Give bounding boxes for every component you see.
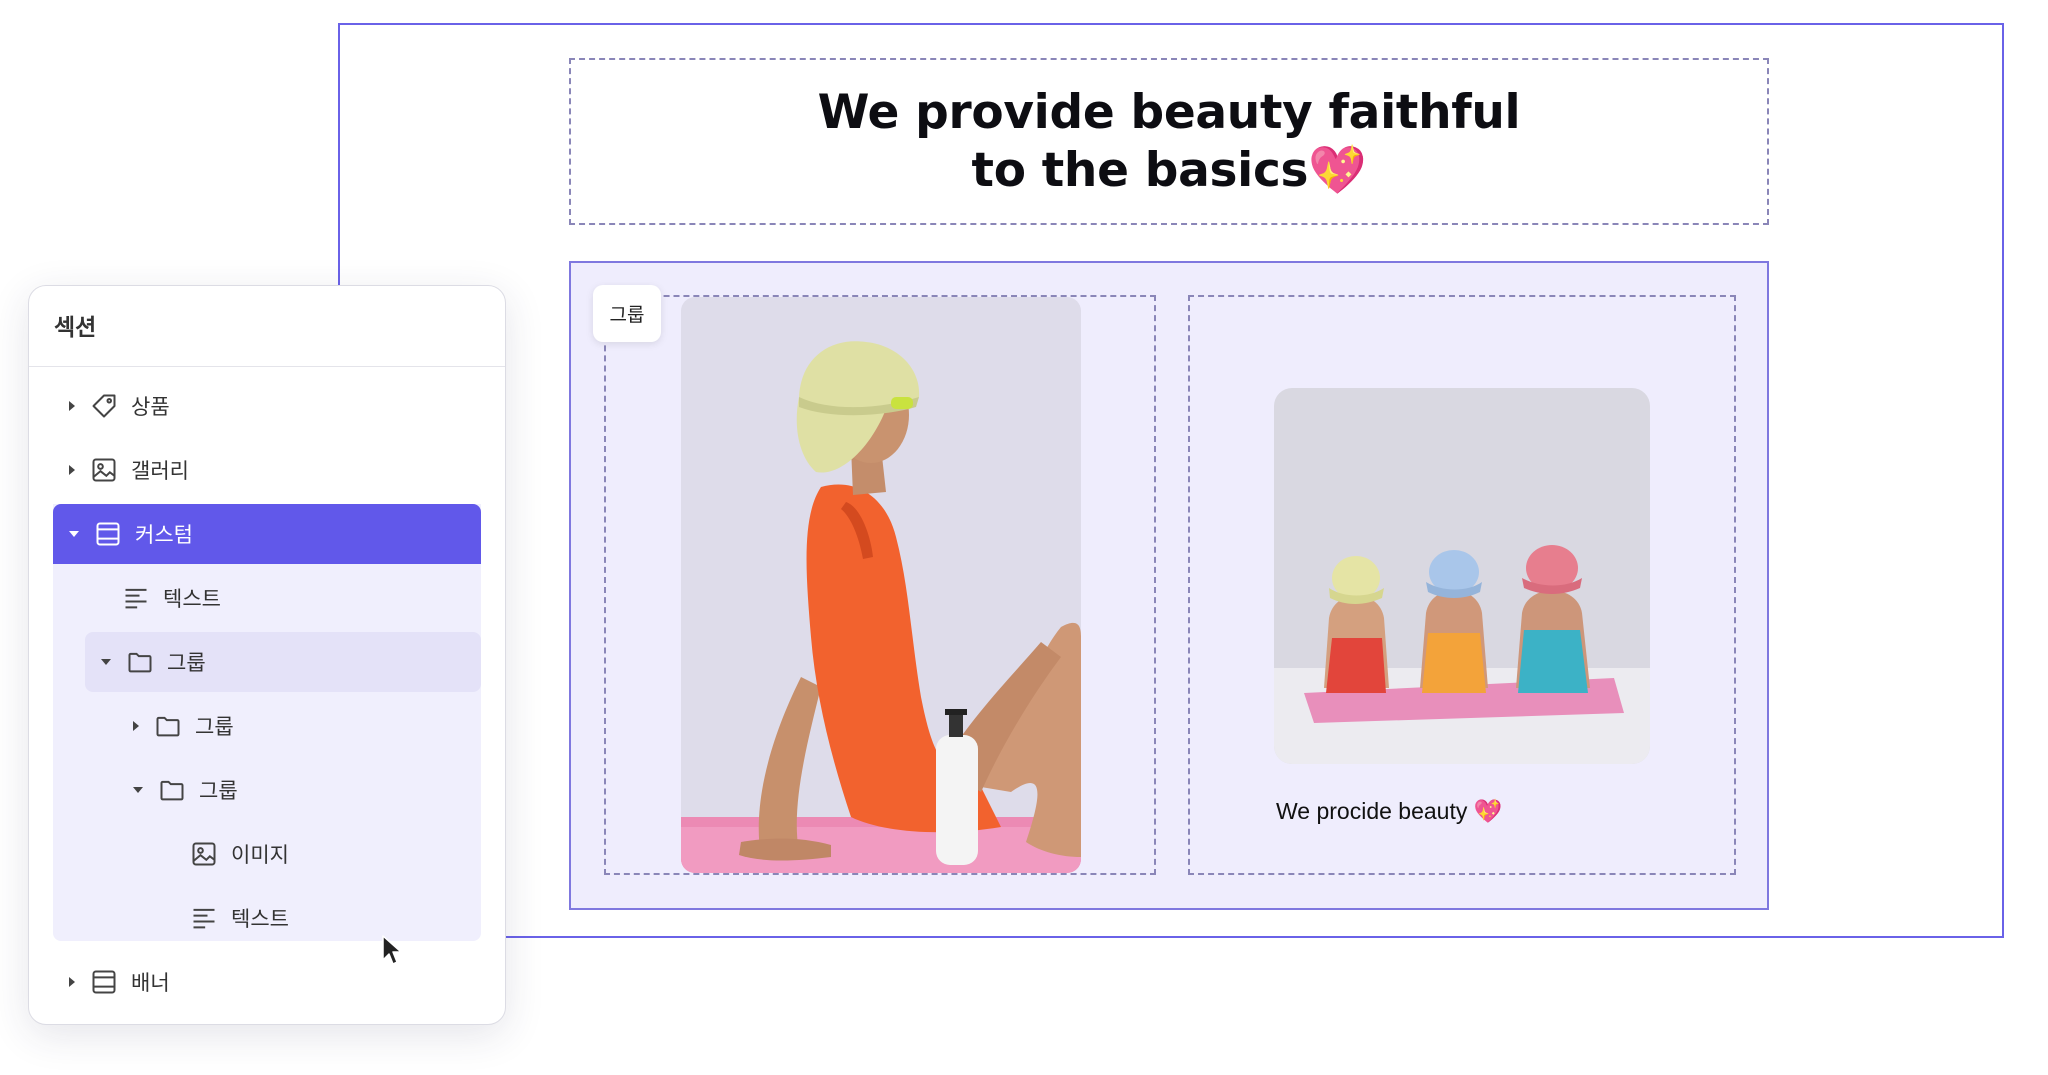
group-label-badge: 그룹 (593, 285, 661, 342)
expand-caret-icon[interactable] (69, 977, 75, 987)
image-caption[interactable]: We procide beauty 💖 (1276, 798, 1502, 825)
panel-title: 섹션 (54, 314, 97, 340)
layer-item-image[interactable]: 이미지 (189, 824, 481, 884)
model-photo[interactable] (681, 297, 1081, 873)
layer-item-text[interactable]: 텍스트 (101, 568, 481, 628)
layer-item-product[interactable]: 상품 (69, 376, 489, 436)
layout-icon (89, 967, 119, 997)
expand-caret-icon[interactable] (133, 721, 139, 731)
collapse-caret-icon[interactable] (133, 787, 143, 793)
title-block[interactable]: We provide beauty faithful to the basics… (569, 58, 1769, 225)
folder-icon (153, 711, 183, 741)
layout-icon (93, 519, 123, 549)
folder-icon (125, 647, 155, 677)
text-icon (189, 903, 219, 933)
layer-item-text[interactable]: 텍스트 (189, 888, 481, 948)
layer-label: 텍스트 (231, 908, 289, 931)
section-layer-panel: 섹션 상품 갤러리 커스텀 텍스트 그룹 그룹 그룹 이미지 텍스트 배너 (28, 285, 506, 1025)
page-title: We provide beauty faithful to the basics… (817, 84, 1521, 198)
layer-label: 그룹 (167, 652, 206, 675)
panel-divider (29, 366, 505, 367)
layer-label: 그룹 (199, 780, 238, 803)
image-icon (89, 455, 119, 485)
layer-item-group[interactable]: 그룹 (85, 632, 481, 692)
layer-item-banner[interactable]: 배너 (69, 952, 489, 1012)
tag-icon (89, 391, 119, 421)
layer-label: 갤러리 (131, 460, 189, 483)
folder-icon (157, 775, 187, 805)
layer-label: 커스텀 (135, 524, 193, 547)
expand-caret-icon[interactable] (69, 465, 75, 475)
text-icon (121, 583, 151, 613)
image-icon (189, 839, 219, 869)
layer-label: 이미지 (231, 844, 289, 867)
mouse-cursor-icon (382, 935, 402, 965)
layer-item-gallery[interactable]: 갤러리 (69, 440, 489, 500)
expand-caret-icon[interactable] (69, 401, 75, 411)
layer-label: 그룹 (195, 716, 234, 739)
layer-label: 텍스트 (163, 588, 221, 611)
layer-label: 배너 (131, 972, 170, 995)
collapse-caret-icon[interactable] (101, 659, 111, 665)
layer-item-group-child[interactable]: 그룹 (133, 696, 481, 756)
layer-item-group-child[interactable]: 그룹 (133, 760, 481, 820)
layer-label: 상품 (131, 396, 170, 419)
group-photo[interactable] (1274, 388, 1650, 764)
collapse-caret-icon[interactable] (69, 531, 79, 537)
layer-item-custom[interactable]: 커스텀 (53, 504, 481, 564)
